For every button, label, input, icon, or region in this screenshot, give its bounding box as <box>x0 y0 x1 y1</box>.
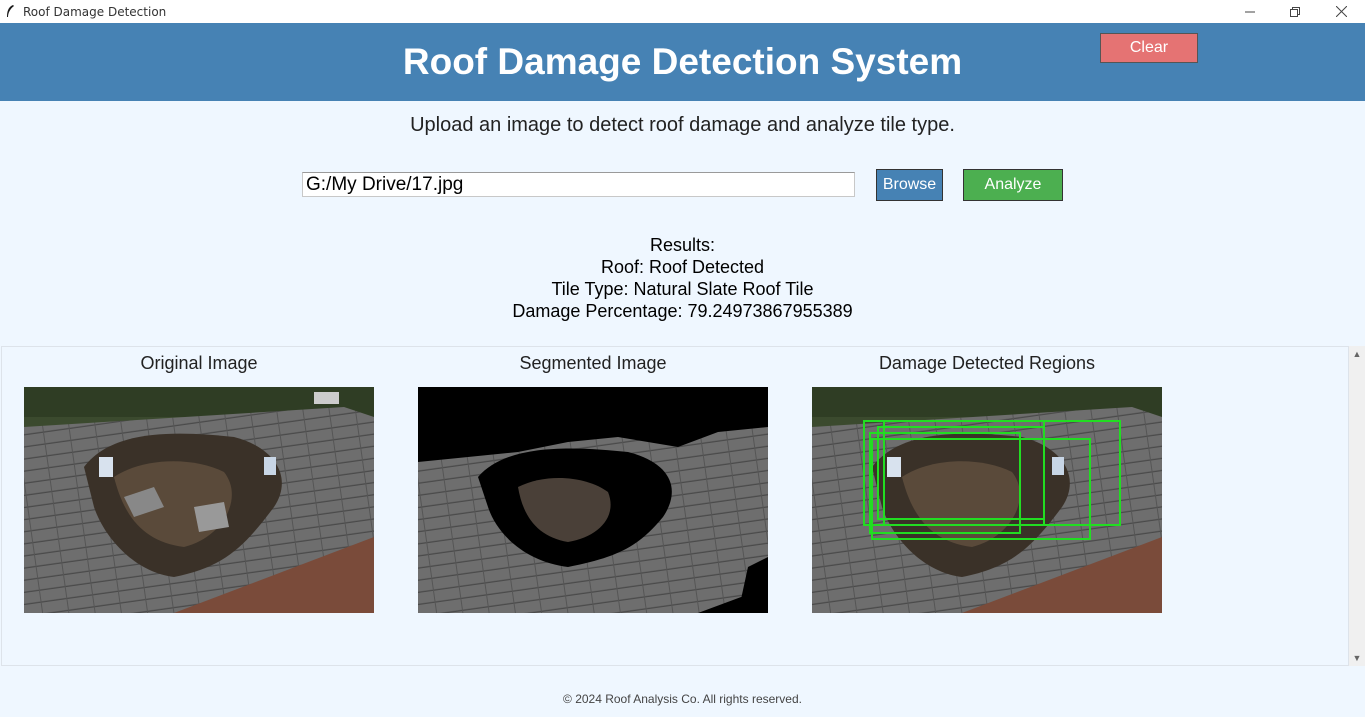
results-heading: Results: <box>649 235 716 255</box>
minimize-icon <box>1245 11 1255 12</box>
close-window-button[interactable] <box>1318 0 1364 23</box>
results-panel: Results: Roof: Roof Detected Tile Type: … <box>0 234 1365 322</box>
window-titlebar: Roof Damage Detection <box>0 0 1365 23</box>
images-panel: Original Image Segmented Image Damage De… <box>1 346 1349 666</box>
close-icon <box>1335 6 1347 17</box>
segmented-image-label: Segmented Image <box>519 353 667 373</box>
app-header: Roof Damage Detection System Clear <box>0 23 1365 101</box>
scroll-down-icon[interactable]: ▼ <box>1352 653 1362 663</box>
restore-button[interactable] <box>1272 0 1318 23</box>
roof-result: Roof: Roof Detected <box>600 257 765 277</box>
vertical-scrollbar[interactable]: ▲ ▼ <box>1349 346 1365 666</box>
scroll-up-icon[interactable]: ▲ <box>1352 349 1362 359</box>
damage-image-label: Damage Detected Regions <box>878 353 1096 373</box>
window-title: Roof Damage Detection <box>23 5 167 19</box>
original-image <box>24 387 374 613</box>
damage-detected-image <box>812 387 1162 613</box>
restore-icon <box>1290 6 1300 17</box>
clear-button[interactable]: Clear <box>1100 33 1198 63</box>
segmented-image <box>418 387 768 613</box>
footer-copyright: © 2024 Roof Analysis Co. All rights rese… <box>563 692 802 706</box>
analyze-button[interactable]: Analyze <box>963 169 1063 201</box>
damage-percentage-result: Damage Percentage: 79.24973867955389 <box>512 301 853 321</box>
tile-type-result: Tile Type: Natural Slate Roof Tile <box>551 279 814 299</box>
original-image-label: Original Image <box>140 353 258 373</box>
feather-icon <box>7 5 14 17</box>
instructions-text: Upload an image to detect roof damage an… <box>410 114 955 136</box>
browse-button[interactable]: Browse <box>876 169 943 201</box>
file-path-input[interactable] <box>302 172 855 197</box>
minimize-button[interactable] <box>1227 0 1273 23</box>
